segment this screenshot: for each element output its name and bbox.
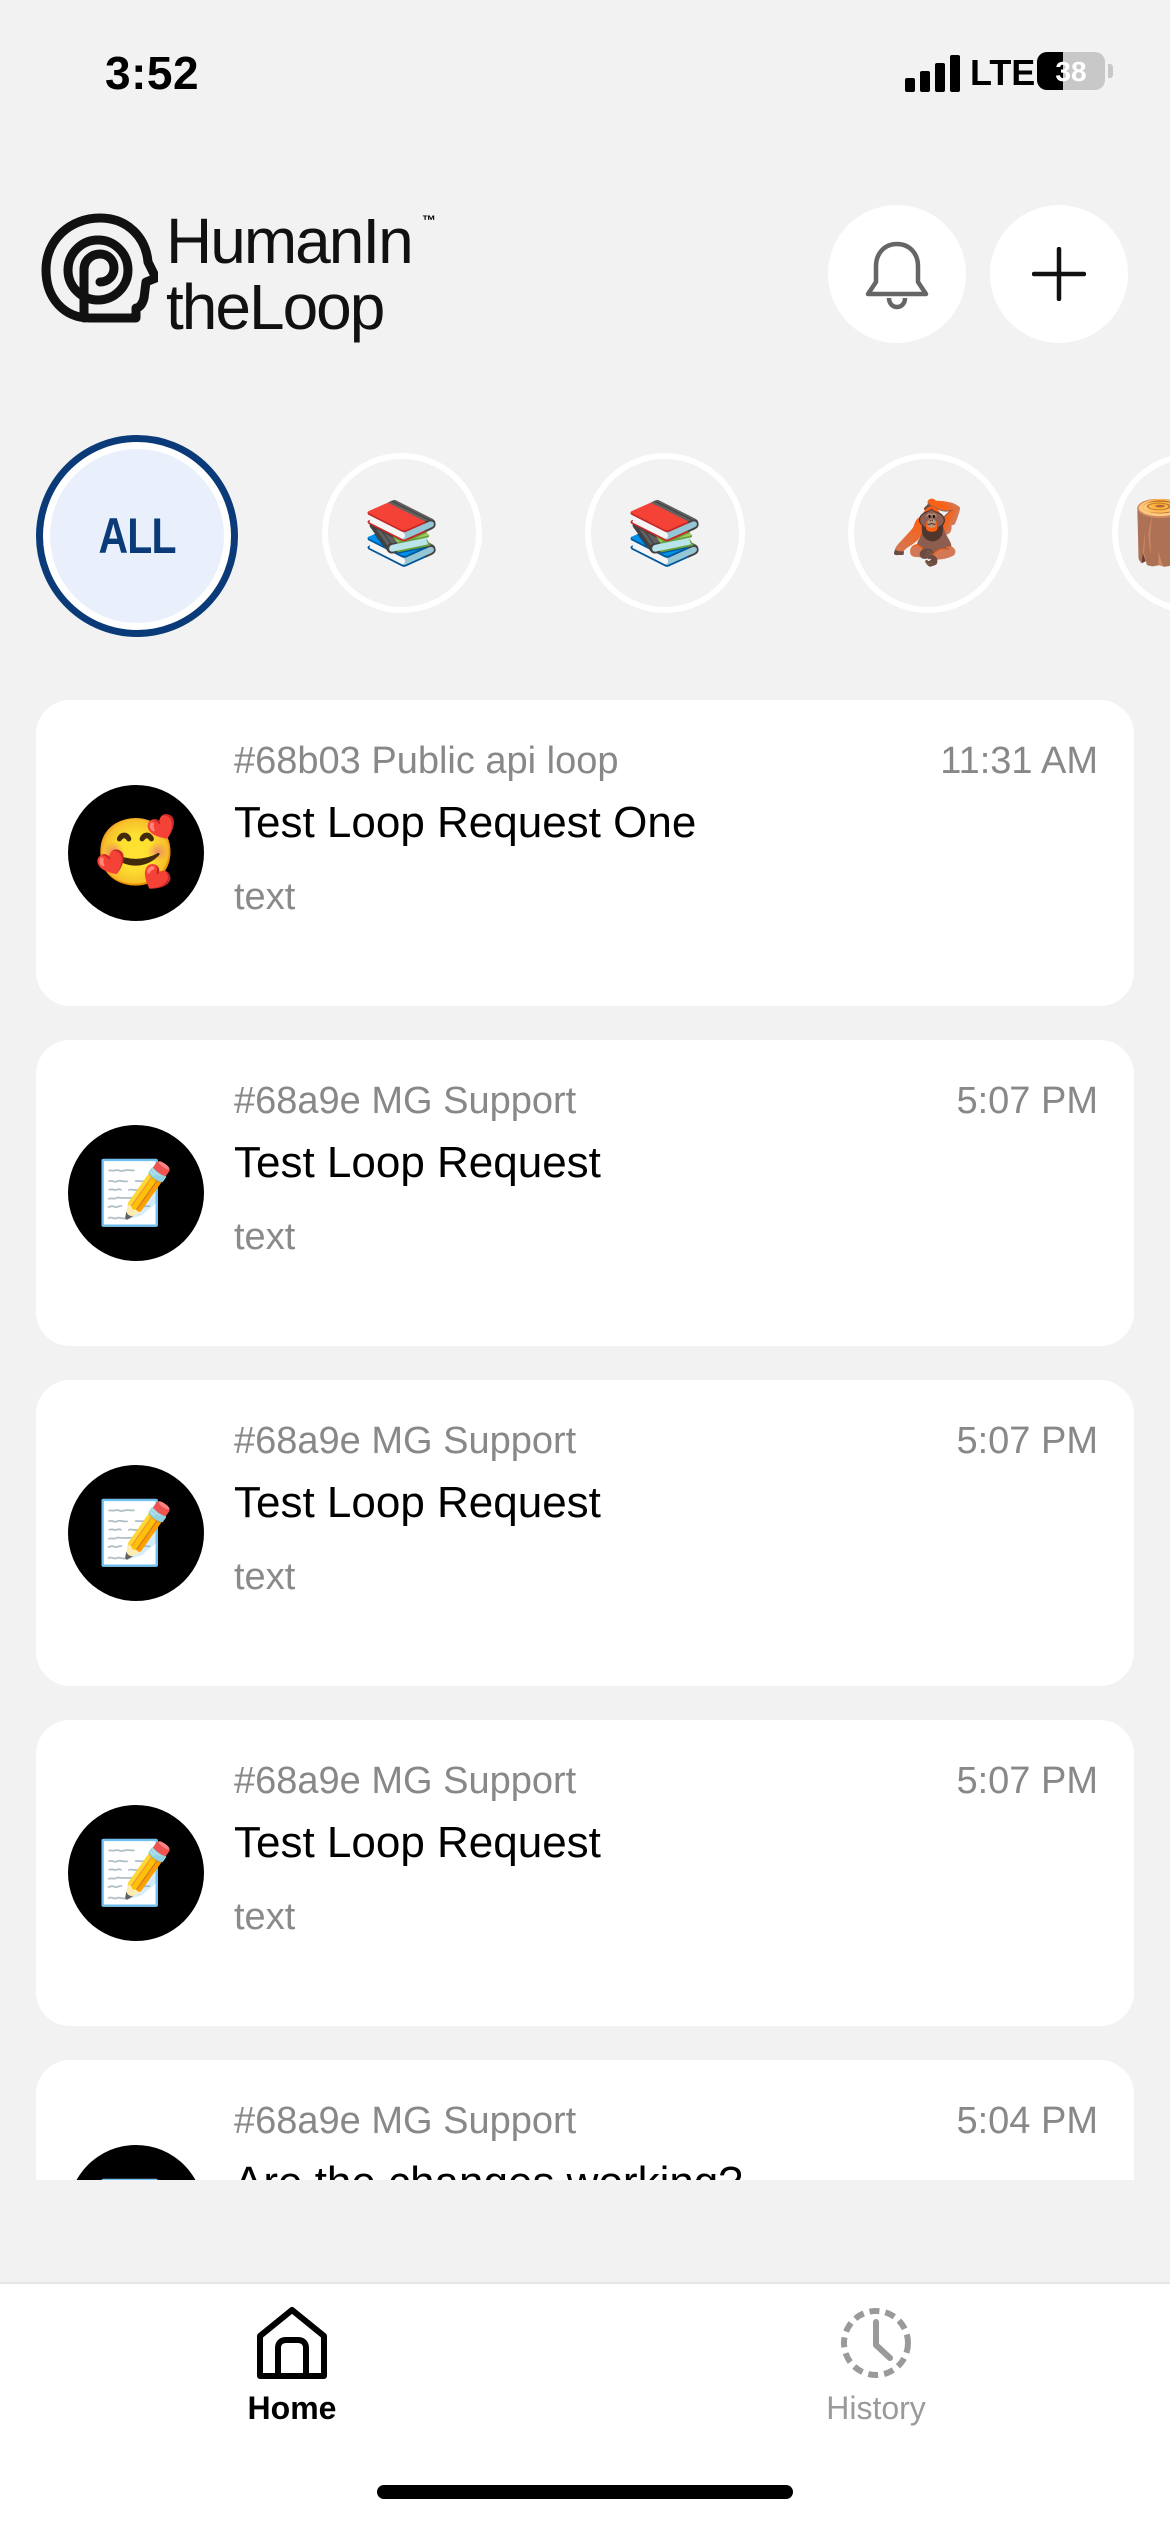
- wood-icon: 🪵: [1123, 498, 1170, 568]
- loop-filter-strip: ALL 📚 📚 🦧 🪵: [0, 430, 1170, 640]
- filter-books-2[interactable]: 📚: [585, 453, 745, 613]
- request-meta: #68a9e MG Support: [234, 1420, 577, 1462]
- logo-text: HumanIn theLoop: [166, 205, 414, 343]
- app-logo: HumanIn theLoop ™: [40, 205, 480, 343]
- bell-icon: [865, 241, 929, 310]
- smiling-hearts-icon: 🥰: [94, 815, 178, 889]
- request-body: text: [234, 1216, 296, 1258]
- battery-tip: [1108, 64, 1113, 78]
- request-title: Test Loop Request: [234, 1478, 601, 1527]
- logo-line1: HumanIn: [166, 205, 414, 277]
- avatar: 📝: [68, 1125, 204, 1261]
- request-card[interactable]: 📝 #68a9e MG Support 5:07 PM Test Loop Re…: [36, 1720, 1134, 2026]
- status-time: 3:52: [105, 47, 200, 99]
- status-bar: 3:52 LTE 38: [0, 0, 1170, 150]
- request-list: 🥰 #68b03 Public api loop 11:31 AM Test L…: [0, 700, 1170, 2180]
- signal-icon: [905, 54, 963, 92]
- memo-icon: 📝: [97, 2177, 174, 2181]
- request-time: 11:31 AM: [940, 740, 1098, 782]
- avatar: 📝: [68, 1465, 204, 1601]
- home-icon: [257, 2307, 327, 2379]
- books-icon: 📚: [626, 498, 704, 568]
- request-meta: #68a9e MG Support: [234, 2100, 577, 2142]
- filter-books-1[interactable]: 📚: [322, 453, 482, 613]
- request-card[interactable]: 🥰 #68b03 Public api loop 11:31 AM Test L…: [36, 700, 1134, 1006]
- notifications-button[interactable]: [828, 205, 966, 343]
- battery-percent: 38: [1055, 56, 1087, 87]
- memo-icon: 📝: [97, 1498, 175, 1568]
- filter-partial[interactable]: 🪵: [1112, 453, 1170, 613]
- request-card[interactable]: 📝 #68a9e MG Support 5:04 PM Are the chan…: [36, 2060, 1134, 2180]
- request-title: Test Loop Request: [234, 1138, 601, 1187]
- request-card[interactable]: 📝 #68a9e MG Support 5:07 PM Test Loop Re…: [36, 1380, 1134, 1686]
- memo-icon: 📝: [97, 1158, 175, 1228]
- request-title: Are the changes working?: [234, 2158, 743, 2180]
- history-clock-icon: [841, 2308, 911, 2378]
- filter-all-label: ALL: [98, 508, 176, 564]
- home-indicator: [377, 2485, 793, 2499]
- request-body: text: [234, 1556, 296, 1598]
- avatar: 📝: [68, 2145, 204, 2180]
- add-button[interactable]: [990, 205, 1128, 343]
- request-time: 5:07 PM: [956, 1420, 1098, 1462]
- tab-history-label: History: [826, 2390, 926, 2426]
- filter-orangutan[interactable]: 🦧: [848, 453, 1008, 613]
- request-body: text: [234, 876, 296, 918]
- battery-icon: 38: [1037, 52, 1105, 90]
- tab-history[interactable]: History: [756, 2302, 996, 2452]
- memo-icon: 📝: [97, 1838, 175, 1908]
- tab-home-label: Home: [247, 2390, 337, 2426]
- request-meta: #68b03 Public api loop: [234, 740, 619, 782]
- filter-all[interactable]: ALL: [36, 435, 238, 637]
- network-label: LTE: [970, 52, 1036, 93]
- request-meta: #68a9e MG Support: [234, 1080, 577, 1122]
- filter-all-inner: ALL: [50, 449, 224, 623]
- books-icon: 📚: [363, 498, 441, 568]
- avatar: 📝: [68, 1805, 204, 1941]
- tab-home[interactable]: Home: [172, 2302, 412, 2452]
- request-card[interactable]: 📝 #68a9e MG Support 5:07 PM Test Loop Re…: [36, 1040, 1134, 1346]
- request-time: 5:07 PM: [956, 1080, 1098, 1122]
- plus-icon: [1032, 247, 1086, 301]
- request-meta: #68a9e MG Support: [234, 1760, 577, 1802]
- request-body: text: [234, 1896, 296, 1938]
- request-time: 5:07 PM: [956, 1760, 1098, 1802]
- request-time: 5:04 PM: [956, 2100, 1098, 2142]
- avatar: 🥰: [68, 785, 204, 921]
- orangutan-icon: 🦧: [889, 498, 967, 568]
- head-loop-icon: [41, 213, 158, 323]
- request-title: Test Loop Request One: [234, 798, 697, 847]
- logo-line2: theLoop: [166, 271, 385, 343]
- request-title: Test Loop Request: [234, 1818, 601, 1867]
- logo-trademark: ™: [422, 212, 436, 228]
